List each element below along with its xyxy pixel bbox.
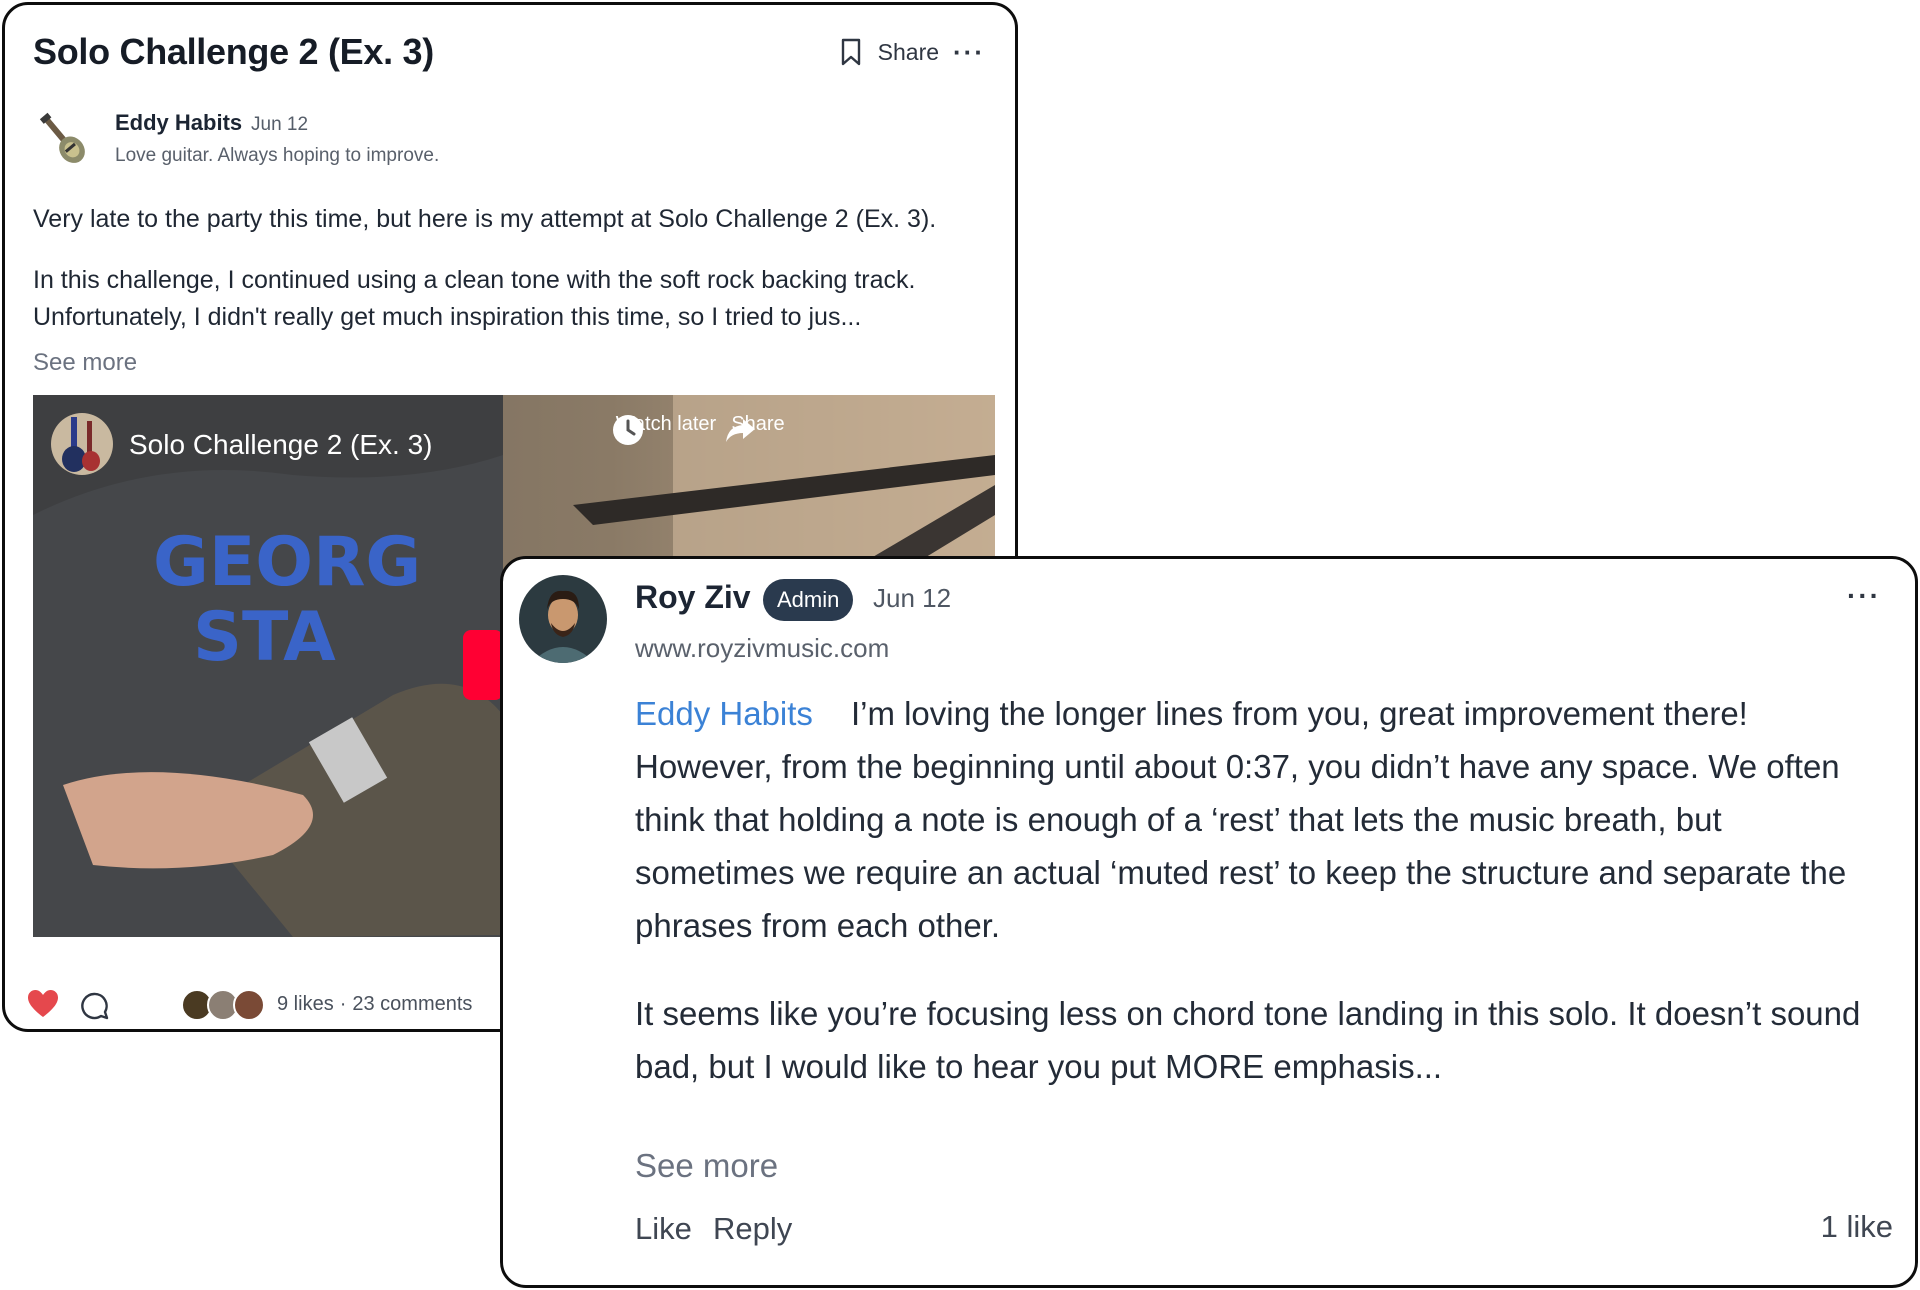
post-date: Jun 12 [251,114,309,135]
mention-link[interactable]: Eddy Habits [635,695,813,732]
comment-date: Jun 12 [873,583,952,613]
post-paragraph: In this challenge, I continued using a c… [33,266,916,331]
more-icon[interactable]: ··· [953,39,985,65]
admin-badge: Admin [763,579,854,621]
comment-icon[interactable] [79,991,109,1021]
post-stats: 9 likes · 23 comments [277,993,472,1016]
like-button[interactable]: Like [635,1211,692,1247]
comment-likes-count[interactable]: 1 like [1821,1209,1893,1245]
heart-icon[interactable] [27,989,59,1019]
post-paragraph: Very late to the party this time, but he… [33,205,937,233]
avatar[interactable] [519,575,607,663]
watch-later-icon [613,415,643,445]
likes-count[interactable]: 9 likes [277,993,334,1015]
post-author-row: Eddy Habits Jun 12 Love guitar. Always h… [33,107,933,177]
share-button[interactable]: Share [878,39,939,66]
share-arrow-icon [726,419,755,442]
comment-body: Eddy Habits I’m loving the longer lines f… [635,687,1885,1093]
liker-avatar [233,989,265,1021]
stats-separator: · [339,993,347,1015]
bookmark-icon[interactable] [838,37,864,67]
author-name[interactable]: Eddy Habits [115,110,242,136]
liker-avatars[interactable] [181,989,271,1021]
watch-later-button[interactable]: Watch later [611,413,721,445]
comment-paragraph: It seems like you’re focusing less on ch… [635,995,1861,1085]
comment-author-name[interactable]: Roy Ziv [635,579,751,616]
avatar[interactable] [33,109,93,169]
comments-count[interactable]: 23 comments [352,993,472,1015]
see-more-link[interactable]: See more [635,1147,778,1185]
author-bio: Love guitar. Always hoping to improve. [115,145,440,166]
comment-card: Roy Ziv Admin Jun 12 ··· www.royzivmusic… [500,556,1918,1288]
reply-button[interactable]: Reply [713,1211,792,1247]
comment-paragraph: Eddy Habits I’m loving the longer lines f… [635,687,1885,952]
comment-text: I’m loving the longer lines from you, gr… [635,695,1847,944]
svg-text:STA: STA [193,598,336,677]
see-more-link[interactable]: See more [33,349,137,377]
author-website: www.royzivmusic.com [635,633,890,663]
post-body: Very late to the party this time, but he… [33,201,993,360]
post-actions: Share ··· [838,37,985,67]
more-icon[interactable]: ··· [1847,582,1881,610]
video-share-button[interactable]: Share [723,413,793,442]
svg-text:GEORG: GEORG [153,523,421,602]
post-title: Solo Challenge 2 (Ex. 3) [33,31,434,72]
channel-avatar[interactable] [51,413,113,475]
video-title[interactable]: Solo Challenge 2 (Ex. 3) [129,429,433,461]
